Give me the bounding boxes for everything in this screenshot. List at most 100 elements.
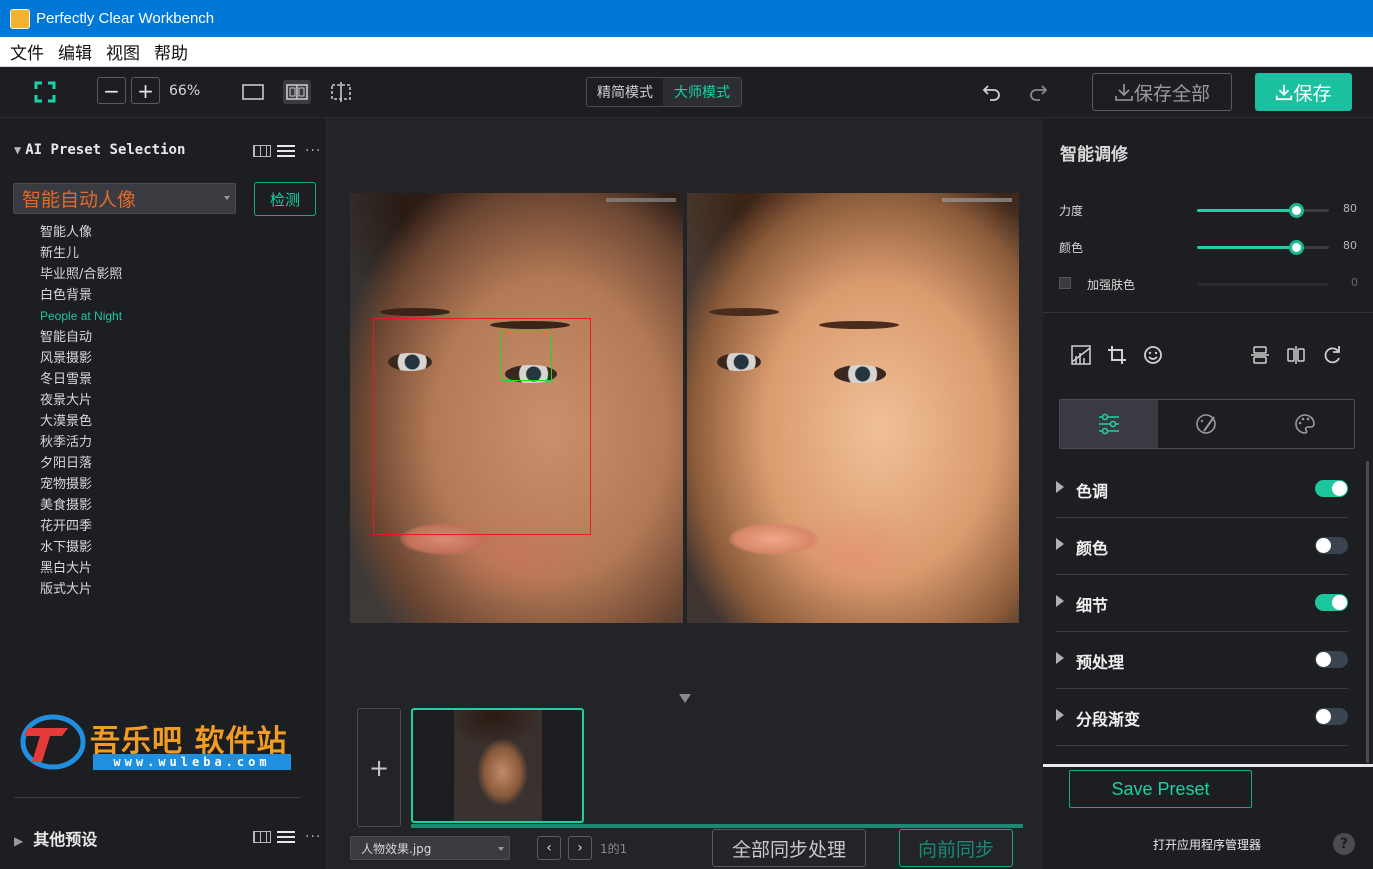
section-preprocess[interactable]: 预处理: [1056, 632, 1348, 689]
brow: [380, 308, 450, 316]
list-view-icon[interactable]: [277, 830, 295, 844]
sync-all-button[interactable]: 全部同步处理: [712, 829, 866, 867]
slider-handle[interactable]: [1289, 240, 1304, 255]
tab-creative[interactable]: [1158, 400, 1256, 448]
slider-track[interactable]: [1197, 283, 1329, 286]
more-options-icon[interactable]: ···: [305, 829, 321, 845]
preset-item[interactable]: 白色背景: [40, 285, 122, 306]
add-image-button[interactable]: +: [357, 708, 401, 827]
preset-item[interactable]: 秋季活力: [40, 432, 122, 453]
menu-help[interactable]: 帮助: [154, 39, 188, 64]
section-toggle[interactable]: [1315, 708, 1348, 725]
histogram-icon[interactable]: [1070, 344, 1092, 371]
grid-view-icon[interactable]: [253, 831, 271, 843]
tab-palette[interactable]: [1256, 400, 1354, 448]
menu-view[interactable]: 视图: [106, 39, 140, 64]
section-toggle[interactable]: [1315, 537, 1348, 554]
mode-master-tab[interactable]: 大师模式: [663, 78, 741, 106]
menu-edit[interactable]: 编辑: [58, 39, 92, 64]
list-view-icon[interactable]: [277, 144, 295, 158]
preset-item[interactable]: 夕阳日落: [40, 453, 122, 474]
right-panel: 智能调修 力度 80 颜色 80 加强肤色 0 色调 颜色 细节 预处理 分段渐…: [1043, 118, 1373, 869]
image-thumbnail[interactable]: [411, 708, 584, 823]
zoom-in-button[interactable]: +: [131, 77, 160, 104]
sync-forward-button[interactable]: 向前同步: [899, 829, 1013, 867]
save-label: 保存: [1293, 82, 1332, 105]
prev-image-button[interactable]: ‹: [537, 836, 561, 860]
slider-track[interactable]: [1197, 240, 1329, 255]
fit-screen-icon[interactable]: [33, 80, 57, 104]
open-app-manager-link[interactable]: 打开应用程序管理器: [1153, 836, 1261, 853]
face-detection-box: [373, 318, 591, 535]
slider-track[interactable]: [1197, 203, 1329, 218]
detect-button[interactable]: 检测: [254, 182, 316, 216]
next-image-button[interactable]: ›: [568, 836, 592, 860]
single-view-icon[interactable]: [241, 81, 265, 103]
toolbar: − + 66% 精简模式 大师模式 保存全部 保存: [0, 67, 1373, 118]
split-view-icon[interactable]: [283, 80, 311, 104]
zoom-out-button[interactable]: −: [97, 77, 126, 104]
face-icon[interactable]: [1142, 344, 1164, 371]
save-button[interactable]: 保存: [1255, 73, 1352, 111]
preset-item[interactable]: 毕业照/合影照: [40, 264, 122, 285]
strength-slider[interactable]: 力度 80: [1059, 200, 1359, 220]
preset-item[interactable]: 版式大片: [40, 579, 122, 600]
save-preset-button[interactable]: Save Preset: [1069, 770, 1252, 808]
download-icon: [1115, 84, 1133, 101]
compare-slider-icon[interactable]: [329, 80, 353, 104]
preset-item[interactable]: 智能人像: [40, 222, 122, 243]
undo-icon[interactable]: [980, 80, 1004, 104]
more-options-icon[interactable]: ···: [305, 143, 321, 159]
section-tone[interactable]: 色调: [1056, 461, 1348, 518]
slider-label: 颜色: [1059, 241, 1084, 255]
filmstrip-scrollbar[interactable]: [411, 824, 1023, 828]
tab-adjustments[interactable]: [1060, 400, 1158, 448]
preset-item[interactable]: 美食摄影: [40, 495, 122, 516]
preset-item-active[interactable]: People at Night: [40, 306, 122, 327]
panel-scrollbar[interactable]: [1366, 461, 1369, 763]
skin-enhance-checkbox[interactable]: [1059, 277, 1071, 289]
file-dropdown[interactable]: 人物效果.jpg: [350, 836, 510, 860]
section-toggle[interactable]: [1315, 480, 1348, 497]
flip-horizontal-icon[interactable]: [1285, 344, 1307, 371]
grid-view-icon[interactable]: [253, 145, 271, 157]
preset-item[interactable]: 黑白大片: [40, 558, 122, 579]
section-detail[interactable]: 细节: [1056, 575, 1348, 632]
skin-enhance-slider[interactable]: 加强肤色 0: [1059, 274, 1359, 294]
section-toggle[interactable]: [1315, 594, 1348, 611]
preset-item[interactable]: 大漠景色: [40, 411, 122, 432]
filmstrip-toggle-icon[interactable]: [679, 694, 691, 703]
slider-handle[interactable]: [1289, 203, 1304, 218]
color-slider[interactable]: 颜色 80: [1059, 237, 1359, 257]
rotate-icon[interactable]: [1321, 344, 1343, 371]
brow: [709, 308, 779, 316]
save-all-button[interactable]: 保存全部: [1092, 73, 1232, 111]
expand-triangle-icon: [1056, 709, 1064, 721]
preset-item[interactable]: 宠物摄影: [40, 474, 122, 495]
crop-icon[interactable]: [1106, 344, 1128, 371]
mode-simple-tab[interactable]: 精简模式: [587, 78, 663, 106]
section-color[interactable]: 颜色: [1056, 518, 1348, 575]
title-bar: Perfectly Clear Workbench: [0, 0, 1373, 37]
section-graduated[interactable]: 分段渐变: [1056, 689, 1348, 746]
redo-icon[interactable]: [1026, 80, 1050, 104]
preset-item[interactable]: 风景摄影: [40, 348, 122, 369]
expand-triangle-icon: [1056, 538, 1064, 550]
help-icon[interactable]: ?: [1333, 833, 1355, 855]
section-toggle[interactable]: [1315, 651, 1348, 668]
preset-item[interactable]: 夜景大片: [40, 390, 122, 411]
watermark-logo: 吾乐吧 软件站 www.wuleba.com: [20, 714, 300, 774]
preset-dropdown[interactable]: 智能自动人像: [13, 183, 236, 214]
flip-vertical-icon[interactable]: [1249, 344, 1271, 371]
preset-item[interactable]: 冬日雪景: [40, 369, 122, 390]
panel-title: 智能调修: [1060, 145, 1128, 165]
preset-item[interactable]: 水下摄影: [40, 537, 122, 558]
menu-file[interactable]: 文件: [10, 39, 44, 64]
expand-triangle-icon: [1056, 652, 1064, 664]
ai-preset-header[interactable]: ▼ AI Preset Selection: [14, 142, 185, 158]
divider: [1043, 312, 1373, 313]
preset-item[interactable]: 新生儿: [40, 243, 122, 264]
preset-item[interactable]: 智能自动: [40, 327, 122, 348]
other-presets-header[interactable]: ▶ 其他预设: [14, 826, 97, 850]
preset-item[interactable]: 花开四季: [40, 516, 122, 537]
